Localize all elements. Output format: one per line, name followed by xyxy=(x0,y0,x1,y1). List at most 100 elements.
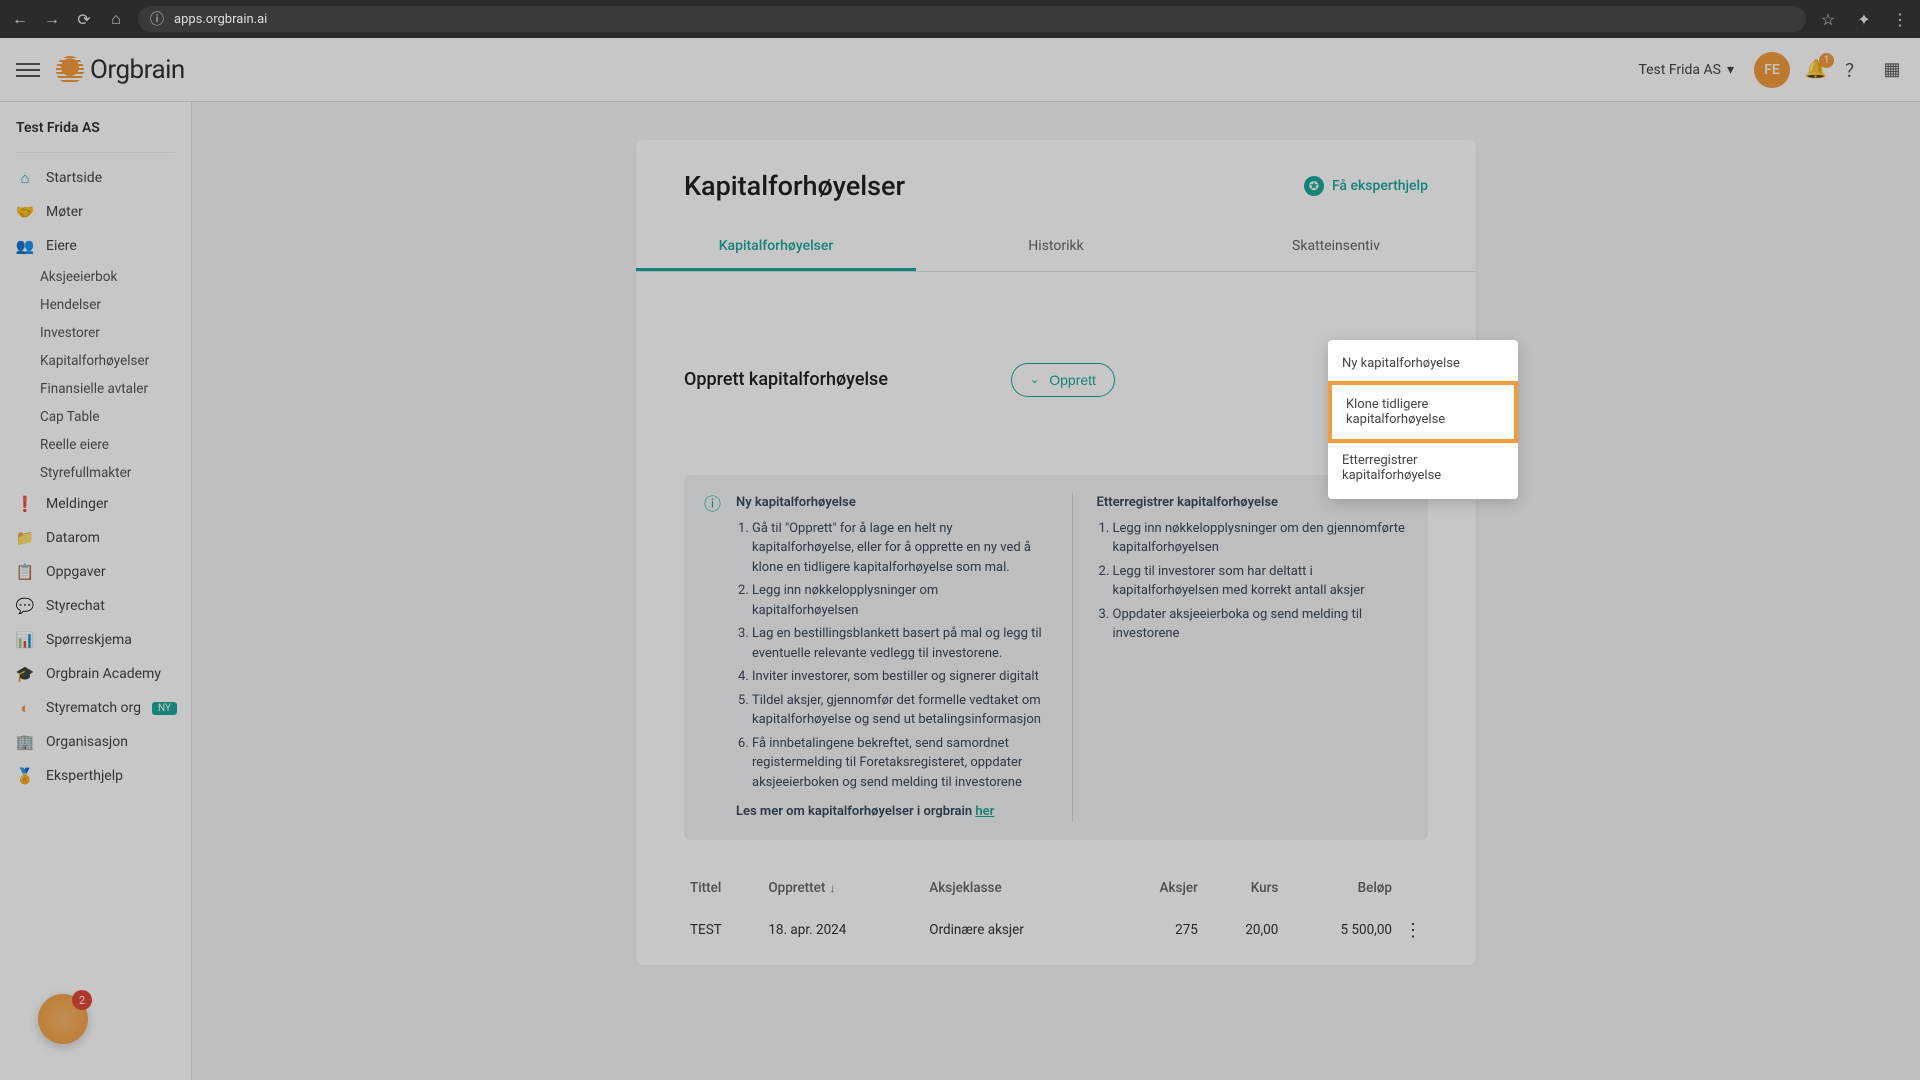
info-step: Legg inn nøkkelopplysninger om kapitalfo… xyxy=(752,581,1048,620)
sidebar-item-label: Startside xyxy=(46,170,102,186)
chat-icon: 💬 xyxy=(16,597,34,615)
browser-bar: ← → ⟳ ⌂ ⓘ apps.orgbrain.ai ☆ ✦ ⋮ xyxy=(0,0,1920,38)
tab-history[interactable]: Historikk xyxy=(916,224,1196,271)
company-switcher[interactable]: Test Frida AS ▾ xyxy=(1638,62,1734,78)
home-icon: ⌂ xyxy=(16,169,34,187)
sidebar-item-label: Organisasjon xyxy=(46,734,128,750)
nav-reload-icon[interactable]: ⟳ xyxy=(74,9,94,29)
col-class[interactable]: Aksjeklasse xyxy=(923,870,1114,906)
sidebar-item-label: Styrechat xyxy=(46,598,105,614)
sidebar-sub-realowners[interactable]: Reelle eiere xyxy=(0,431,191,459)
company-name: Test Frida AS xyxy=(1638,62,1721,78)
row-menu-icon[interactable]: ⋮ xyxy=(1398,906,1428,955)
main-area: Kapitalforhøyelser ✪ Få eksperthjelp Kap… xyxy=(192,102,1920,1080)
col-shares[interactable]: Aksjer xyxy=(1114,870,1204,906)
cell-class: Ordinære aksjer xyxy=(923,906,1114,955)
tab-capital-increase[interactable]: Kapitalforhøyelser xyxy=(636,224,916,271)
sidebar-sub-investors[interactable]: Investorer xyxy=(0,319,191,347)
sidebar-item-home[interactable]: ⌂ Startside xyxy=(0,161,191,195)
app-logo[interactable]: Orgbrain xyxy=(56,55,185,85)
sidebar-item-meetings[interactable]: 🤝 Møter xyxy=(0,195,191,229)
table-row[interactable]: TEST 18. apr. 2024 Ordinære aksjer 275 2… xyxy=(684,906,1428,955)
sidebar-item-label: Eiere xyxy=(46,238,77,254)
match-icon: ◐ xyxy=(16,699,34,717)
info-step: Oppdater aksjeeierboka og send melding t… xyxy=(1113,605,1409,644)
section-title: Opprett kapitalforhøyelse xyxy=(684,369,888,390)
dropdown-item-clone[interactable]: Klone tidligere kapitalforhøyelse xyxy=(1328,381,1518,443)
sidebar-sub-mandates[interactable]: Styrefullmakter xyxy=(0,459,191,487)
sidebar-sub-capinc[interactable]: Kapitalforhøyelser xyxy=(0,347,191,375)
info-col-new: Ny kapitalforhøyelse Gå til "Opprett" fo… xyxy=(736,493,1048,822)
sidebar-sub-events[interactable]: Hendelser xyxy=(0,291,191,319)
info-icon: ⓘ xyxy=(704,493,724,822)
col-title[interactable]: Tittel xyxy=(684,870,762,906)
sidebar-sub-fin[interactable]: Finansielle avtaler xyxy=(0,375,191,403)
sidebar-item-organisation[interactable]: 🏢 Organisasjon xyxy=(0,725,191,759)
building-icon: 🏢 xyxy=(16,733,34,751)
sidebar-sub-sharebook[interactable]: Aksjeeierbok xyxy=(0,263,191,291)
logo-mark-icon xyxy=(56,56,84,84)
data-table: Tittel Opprettet↓ Aksjeklasse Aksjer Kur… xyxy=(684,870,1428,955)
avatar[interactable]: FE xyxy=(1754,52,1790,88)
info-step: Lag en bestillingsblankett basert på mal… xyxy=(752,624,1048,663)
cell-shares: 275 xyxy=(1114,906,1204,955)
col-created[interactable]: Opprettet↓ xyxy=(762,870,923,906)
nav-back-icon[interactable]: ← xyxy=(10,9,30,29)
expert-help-link[interactable]: ✪ Få eksperthjelp xyxy=(1304,176,1428,196)
info-more-link[interactable]: her xyxy=(975,804,994,819)
help-icon[interactable]: ？ xyxy=(1842,58,1866,82)
divider xyxy=(16,152,175,153)
chevron-down-icon: ⌄ xyxy=(1030,373,1039,386)
people-icon: 👥 xyxy=(16,237,34,255)
sidebar-item-dataroom[interactable]: 📁 Datarom xyxy=(0,521,191,555)
bookmark-star-icon[interactable]: ☆ xyxy=(1818,9,1838,29)
sidebar-item-surveys[interactable]: 📊Spørreskjema xyxy=(0,623,191,657)
chat-badge: 2 xyxy=(72,990,92,1010)
sidebar-sub-captable[interactable]: Cap Table xyxy=(0,403,191,431)
info-step: Legg inn nøkkelopplysninger om den gjenn… xyxy=(1113,519,1409,558)
sidebar-item-label: Oppgaver xyxy=(46,564,106,580)
sidebar-item-label: Orgbrain Academy xyxy=(46,666,161,682)
hamburger-menu-icon[interactable] xyxy=(16,58,40,82)
col-amount[interactable]: Beløp xyxy=(1284,870,1398,906)
sidebar-item-label: Datarom xyxy=(46,530,100,546)
sidebar-item-label: Spørreskjema xyxy=(46,632,132,648)
browser-menu-icon[interactable]: ⋮ xyxy=(1890,9,1910,29)
nav-home-icon[interactable]: ⌂ xyxy=(106,9,126,29)
sidebar-item-academy[interactable]: 🎓Orgbrain Academy xyxy=(0,657,191,691)
sidebar-org-name: Test Frida AS xyxy=(0,112,191,148)
url-bar[interactable]: ⓘ apps.orgbrain.ai xyxy=(138,6,1806,32)
expert-help-label: Få eksperthjelp xyxy=(1332,178,1428,194)
info-step: Tildel aksjer, gjennomfør det formelle v… xyxy=(752,691,1048,730)
info-step: Få innbetalingene bekreftet, send samord… xyxy=(752,734,1048,793)
sidebar-item-label: Eksperthjelp xyxy=(46,768,123,784)
app-header: Orgbrain Test Frida AS ▾ FE 🔔1 ？ ▦ xyxy=(0,38,1920,102)
sort-desc-icon: ↓ xyxy=(829,881,835,895)
sidebar-item-messages[interactable]: ❗Meldinger xyxy=(0,487,191,521)
bell-icon[interactable]: 🔔1 xyxy=(1804,58,1828,82)
info-more: Les mer om kapitalforhøyelser i orgbrain… xyxy=(736,802,1048,822)
dropdown-item-new[interactable]: Ny kapitalforhøyelse xyxy=(1328,344,1518,383)
create-button-label: Opprett xyxy=(1049,372,1096,388)
sidebar-item-owners[interactable]: 👥 Eiere xyxy=(0,229,191,263)
create-dropdown: Ny kapitalforhøyelse Klone tidligere kap… xyxy=(1328,340,1518,499)
logo-text: Orgbrain xyxy=(90,55,185,85)
site-info-icon[interactable]: ⓘ xyxy=(150,9,164,29)
create-button[interactable]: ⌄ Opprett xyxy=(1011,363,1115,397)
apps-grid-icon[interactable]: ▦ xyxy=(1880,58,1904,82)
dropdown-item-postregister[interactable]: Etterregistrer kapitalforhøyelse xyxy=(1328,441,1518,495)
sidebar-item-experthelp[interactable]: 🏅Eksperthjelp xyxy=(0,759,191,793)
sidebar-item-boardchat[interactable]: 💬 Styrechat xyxy=(0,589,191,623)
col-rate[interactable]: Kurs xyxy=(1204,870,1284,906)
info-step: Legg til investorer som har deltatt i ka… xyxy=(1113,562,1409,601)
url-text: apps.orgbrain.ai xyxy=(174,12,267,27)
sidebar-item-match[interactable]: ◐Styrematch orgNY xyxy=(0,691,191,725)
sidebar-item-tasks[interactable]: 📋Oppgaver xyxy=(0,555,191,589)
tab-tax-incentive[interactable]: Skatteinsentiv xyxy=(1196,224,1476,271)
folder-icon: 📁 xyxy=(16,529,34,547)
nav-forward-icon[interactable]: → xyxy=(42,9,62,29)
sidebar-item-label: Møter xyxy=(46,204,83,220)
chat-fab[interactable]: 2 xyxy=(38,994,88,1044)
extensions-icon[interactable]: ✦ xyxy=(1854,9,1874,29)
handshake-icon: 🤝 xyxy=(16,203,34,221)
